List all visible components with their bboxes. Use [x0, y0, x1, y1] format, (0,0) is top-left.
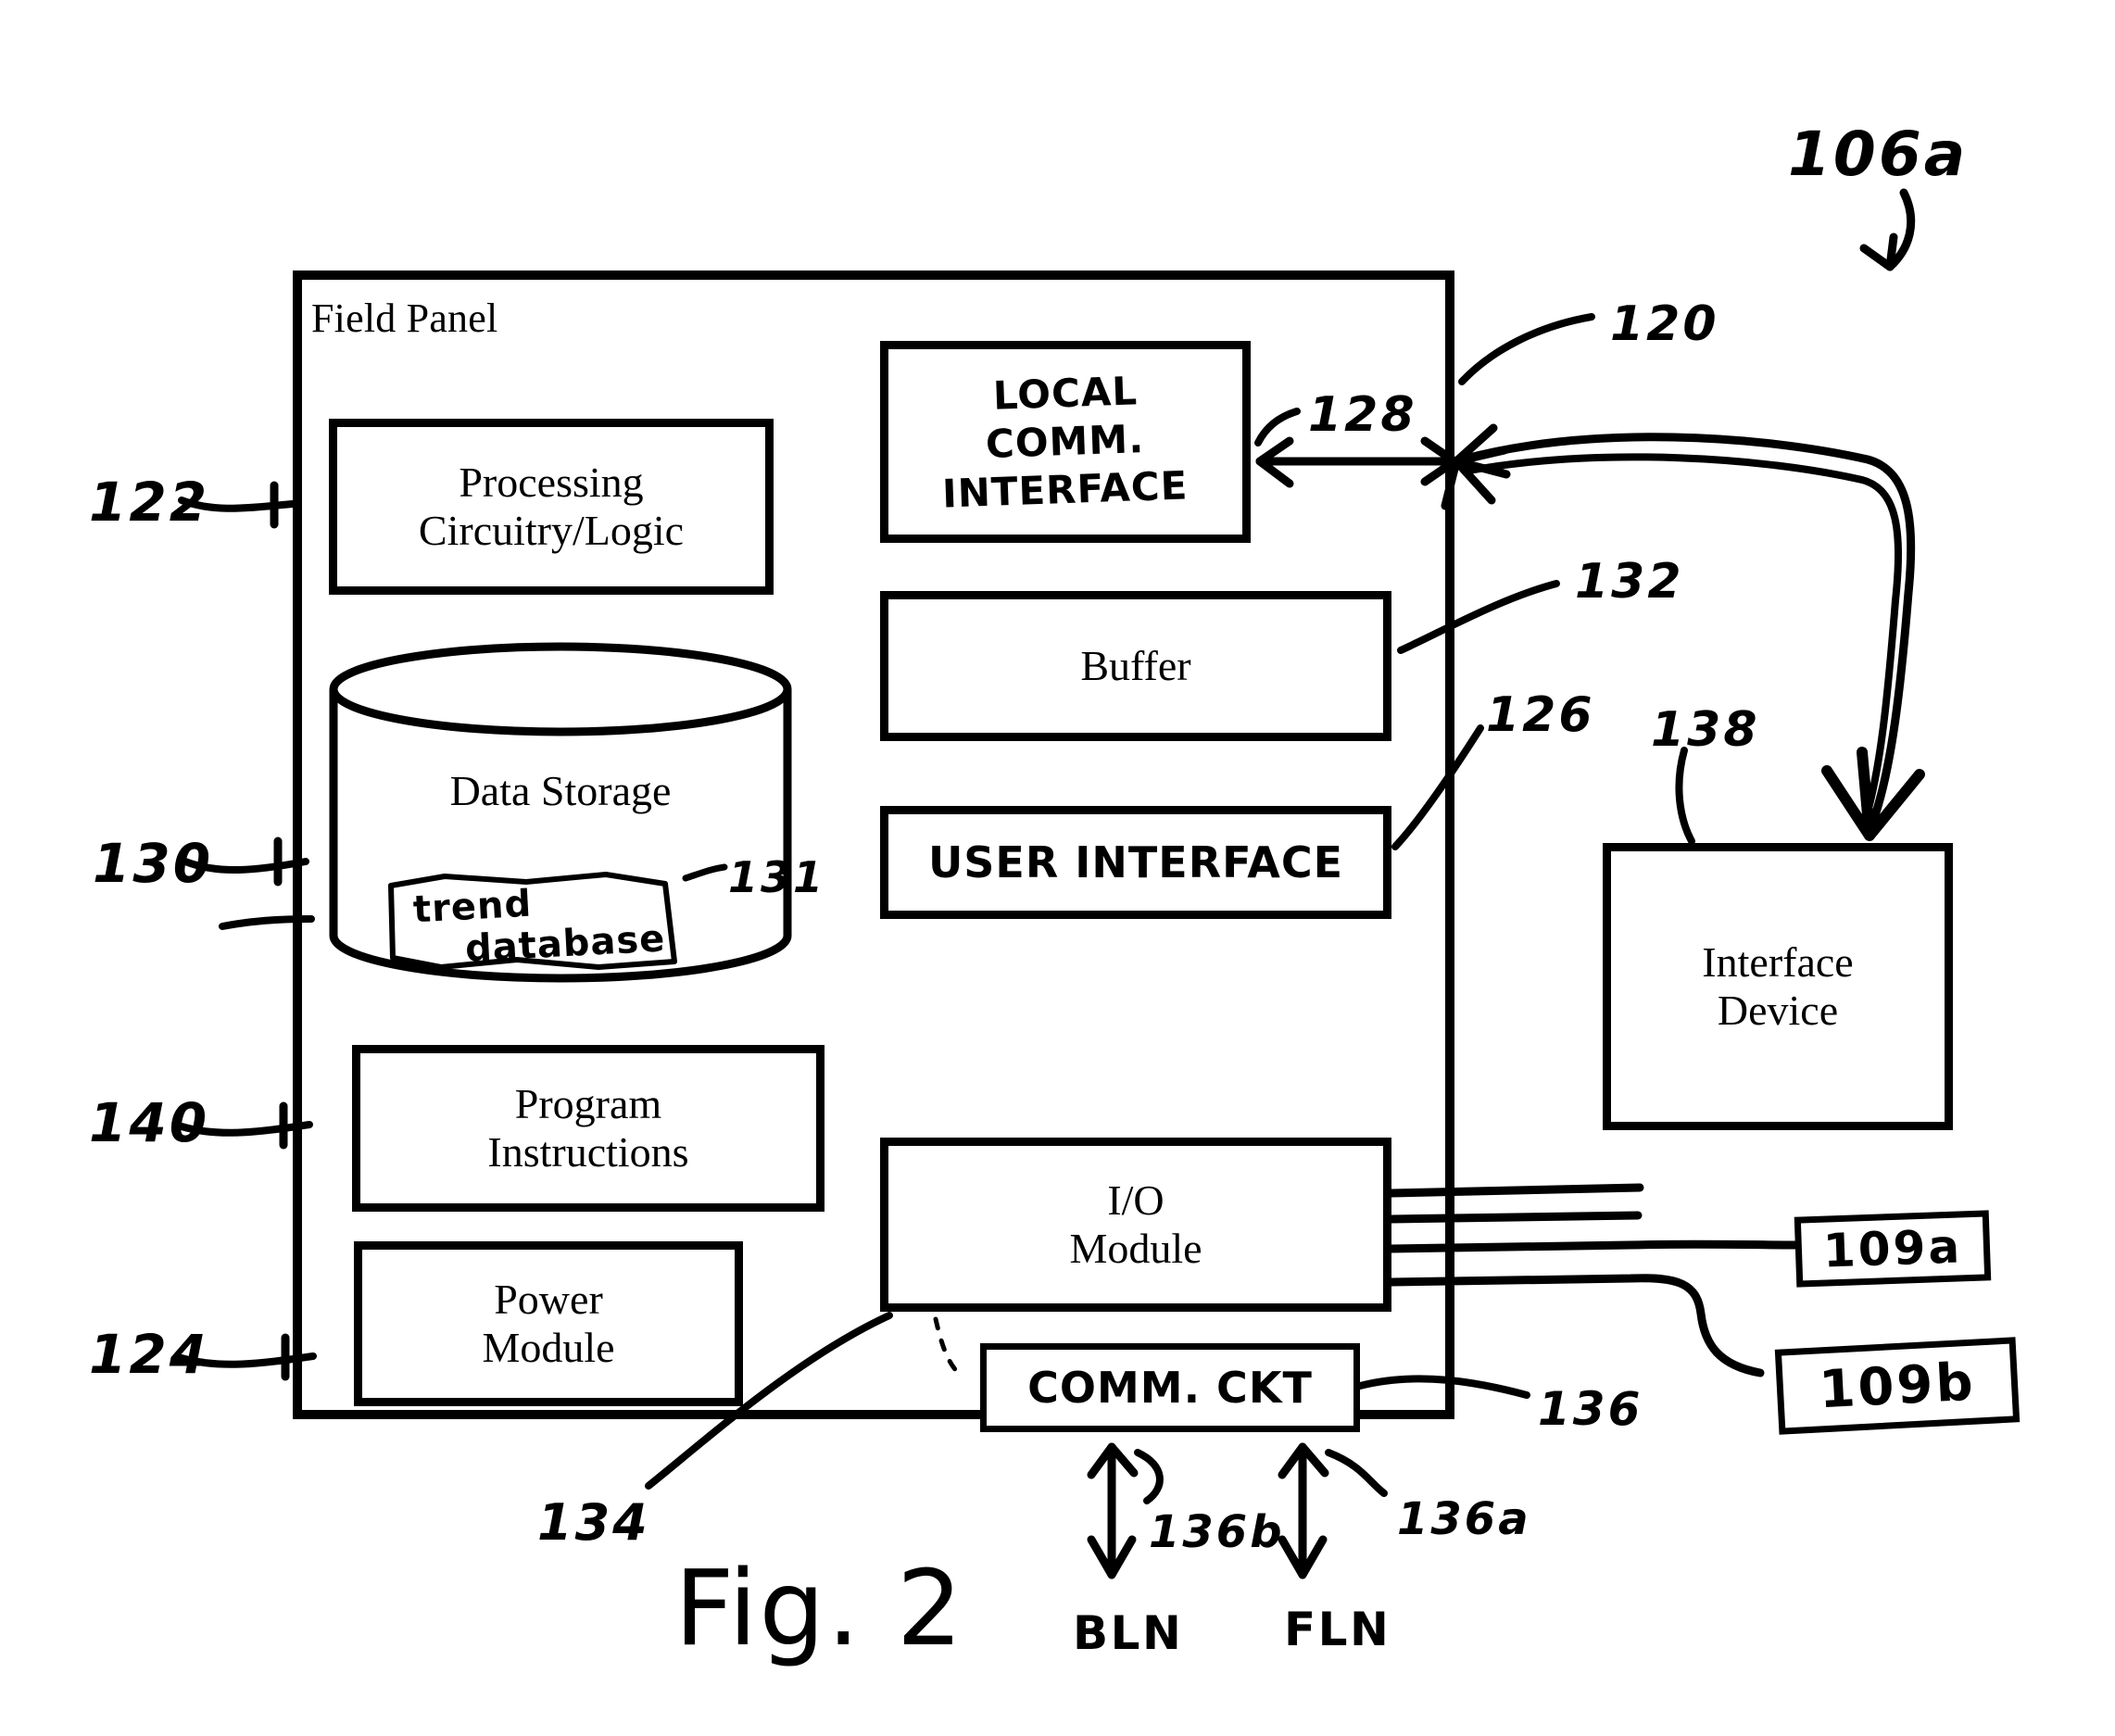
ref-130: 130	[93, 832, 214, 895]
ref-124: 124	[89, 1323, 210, 1386]
power-module-line2: Module	[482, 1324, 615, 1371]
comm-ckt-label: COMM. CKT	[1027, 1363, 1313, 1413]
ref-136: 136	[1538, 1382, 1643, 1436]
fln-arrow-head-up	[1278, 1442, 1329, 1479]
bus-to-interface-device-2	[1466, 453, 1903, 828]
ref-132: 132	[1575, 554, 1684, 610]
processing-circuitry-block: Processing Circuitry/Logic	[329, 419, 774, 595]
ref-140: 140	[89, 1091, 210, 1154]
power-module-block: Power Module	[354, 1241, 743, 1406]
program-instructions-block: Program Instructions	[352, 1045, 825, 1212]
leader-138	[1675, 747, 1695, 845]
ref-128: 128	[1308, 387, 1417, 443]
local-comm-interface-block: LOCAL COMM. INTERFACE	[880, 341, 1251, 543]
local-comm-line3: INTERFACE	[941, 462, 1190, 517]
bln-arrow-head-up	[1087, 1442, 1139, 1479]
network-fln-label: FLN	[1284, 1603, 1391, 1656]
trend-database-note: trend database	[387, 869, 684, 971]
ref-126: 126	[1486, 687, 1595, 743]
ref-131: 131	[728, 852, 826, 902]
ref-136a: 136a	[1397, 1493, 1531, 1545]
local-comm-line2: COMM.	[985, 416, 1146, 468]
processing-line1: Processing	[459, 458, 644, 506]
interface-device-line2: Device	[1717, 987, 1839, 1034]
device-109a-block: 109a	[1794, 1210, 1992, 1288]
user-interface-label: USER INTERFACE	[927, 837, 1344, 887]
program-instructions-line1: Program	[514, 1079, 662, 1127]
buffer-block: Buffer	[880, 591, 1391, 741]
trend-database-line1: trend	[411, 882, 534, 932]
device-109a-label: 109a	[1821, 1219, 1964, 1278]
ref-122: 122	[89, 471, 210, 534]
network-bln-label: BLN	[1073, 1606, 1184, 1660]
field-panel-title: Field Panel	[311, 296, 498, 341]
fln-leader-curl	[1325, 1449, 1388, 1497]
arrow-106a-head	[1859, 233, 1898, 271]
interface-device-line1: Interface	[1702, 937, 1854, 986]
io-module-block: I/O Module	[880, 1138, 1391, 1312]
ref-120: 120	[1610, 296, 1719, 352]
fln-arrow-head-down	[1278, 1535, 1328, 1579]
bus-to-interface-device	[1457, 433, 1916, 825]
processing-line2: Circuitry/Logic	[418, 507, 685, 554]
patent-figure-page: Field Panel Processing Circuitry/Logic D…	[0, 0, 2115, 1736]
local-comm-line1: LOCAL	[992, 368, 1139, 419]
program-instructions-line2: Instructions	[487, 1128, 689, 1176]
data-storage-label: Data Storage	[449, 767, 672, 814]
buffer-label: Buffer	[1080, 641, 1191, 689]
power-module-line1: Power	[494, 1275, 603, 1323]
ref-138: 138	[1651, 702, 1760, 758]
arrow-106a-stem	[1885, 188, 1916, 271]
device-109b-block: 109b	[1774, 1337, 2021, 1435]
ref-134: 134	[537, 1493, 650, 1552]
ref-136b: 136b	[1149, 1506, 1285, 1558]
bln-leader-curl	[1134, 1449, 1164, 1504]
io-module-line2: Module	[1069, 1225, 1202, 1272]
arrowhead-interface-device	[1821, 747, 1925, 841]
bln-arrow-head-down	[1087, 1535, 1137, 1579]
user-interface-block: USER INTERFACE	[880, 806, 1391, 919]
io-module-line1: I/O	[1107, 1176, 1165, 1224]
figure-caption: Fig. 2	[674, 1549, 964, 1669]
leader-120	[1458, 313, 1595, 385]
interface-device-block: Interface Device	[1603, 843, 1953, 1130]
device-109b-label: 109b	[1817, 1352, 1978, 1420]
comm-ckt-block: COMM. CKT	[980, 1343, 1360, 1432]
ref-106a: 106a	[1788, 119, 1969, 190]
